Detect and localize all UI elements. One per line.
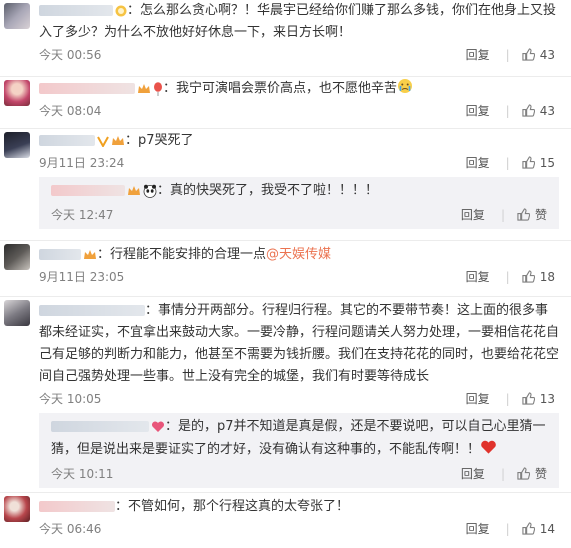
comment-time: 今天 10:05 xyxy=(39,392,102,406)
panda-icon xyxy=(143,184,157,198)
thumbs-up-icon[interactable] xyxy=(522,104,535,117)
avatar[interactable] xyxy=(4,300,30,326)
reply-time: 今天 10:11 xyxy=(51,467,114,481)
heart-icon xyxy=(151,420,165,432)
reply-button[interactable]: 回复 xyxy=(466,48,490,62)
crown-badge-icon xyxy=(138,83,150,93)
like-count: 13 xyxy=(539,392,555,406)
avatar[interactable] xyxy=(4,3,30,29)
comment-item: ：行程能不能安排的合理一点@天娱传媒 9月11日 23:05 回复 | 18 xyxy=(0,241,571,297)
comment-time: 今天 08:04 xyxy=(39,104,102,118)
username[interactable] xyxy=(39,83,135,94)
verified-v-icon xyxy=(97,136,109,147)
reply-button[interactable]: 回复 xyxy=(461,467,485,481)
reply-thread: ：真的快哭死了，我受不了啦！！！！ 今天 12:47 回复 | 赞 xyxy=(39,177,559,229)
crying-emoji-icon xyxy=(398,79,413,93)
like-count: 15 xyxy=(539,156,555,170)
username[interactable] xyxy=(51,185,125,196)
comment-time: 9月11日 23:05 xyxy=(39,270,125,284)
comment-item: ：我宁可演唱会票价高点，也不愿他辛苦 今天 08:04 回复 | 43 xyxy=(0,77,571,129)
reply-button[interactable]: 回复 xyxy=(466,392,490,406)
avatar[interactable] xyxy=(4,80,30,106)
username[interactable] xyxy=(39,249,81,260)
comment-text: ：行程能不能安排的合理一点 xyxy=(97,247,267,262)
heart-emoji-icon xyxy=(481,440,496,454)
comment-time: 今天 06:46 xyxy=(39,522,102,536)
username[interactable] xyxy=(39,501,115,512)
thumbs-up-icon[interactable] xyxy=(522,522,535,535)
reply-button[interactable]: 回复 xyxy=(466,104,490,118)
like-count: 14 xyxy=(539,522,555,536)
thumbs-up-icon[interactable] xyxy=(517,467,530,480)
comment-item: ：事情分开两部分。行程归行程。其它的不要带节奏！这上面的很多事都未经证实，不宜拿… xyxy=(0,297,571,493)
thumbs-up-icon[interactable] xyxy=(522,392,535,405)
reply-button[interactable]: 回复 xyxy=(461,208,485,222)
like-button-label[interactable]: 赞 xyxy=(535,208,547,222)
reply-time: 今天 12:47 xyxy=(51,208,114,222)
thumbs-up-icon[interactable] xyxy=(517,208,530,221)
comment-text: ：p7哭死了 xyxy=(125,133,194,148)
thumbs-up-icon[interactable] xyxy=(522,48,535,61)
comment-item: ：怎么那么贪心啊？！华晨宇已经给你们赚了那么多钱，你们在他身上又投入了多少？为什… xyxy=(0,0,571,77)
thumbs-up-icon[interactable] xyxy=(522,270,535,283)
avatar[interactable] xyxy=(4,132,30,158)
reply-text: ：真的快哭死了，我受不了啦！！！！ xyxy=(157,183,379,198)
comment-item: ：p7哭死了 9月11日 23:24 回复 | 15 ：真的快哭死了，我受不了啦！！… xyxy=(0,129,571,241)
comment-time: 9月11日 23:24 xyxy=(39,156,125,170)
avatar[interactable] xyxy=(4,496,30,522)
like-count: 18 xyxy=(539,270,555,284)
avatar[interactable] xyxy=(4,244,30,270)
comment-text: ：不管如何，那个行程这真的太夸张了！ xyxy=(115,499,350,514)
reply-thread: ：是的，p7并不知道是真是假，还是不要说吧，可以自己心里猜一猜，但是说出来是要证… xyxy=(39,413,559,488)
vip-badge-icon xyxy=(115,5,127,16)
crown-badge-icon xyxy=(112,135,124,145)
username[interactable] xyxy=(39,135,95,146)
username[interactable] xyxy=(51,421,149,432)
username[interactable] xyxy=(39,5,113,16)
comment-text: ：我宁可演唱会票价高点，也不愿他辛苦 xyxy=(163,81,398,96)
balloon-icon xyxy=(154,81,162,96)
like-button-label[interactable]: 赞 xyxy=(535,467,547,481)
username[interactable] xyxy=(39,305,145,316)
reply-button[interactable]: 回复 xyxy=(466,270,490,284)
like-count: 43 xyxy=(539,48,555,62)
crown-badge-icon xyxy=(84,249,96,259)
thumbs-up-icon[interactable] xyxy=(522,156,535,169)
crown-badge-icon xyxy=(128,185,140,195)
comment-item: ：不管如何，那个行程这真的太夸张了！ 今天 06:46 回复 | 14 xyxy=(0,493,571,548)
mention-link[interactable]: @天娱传媒 xyxy=(266,247,331,262)
reply-button[interactable]: 回复 xyxy=(466,156,490,170)
like-count: 43 xyxy=(539,104,555,118)
reply-button[interactable]: 回复 xyxy=(466,522,490,536)
comment-time: 今天 00:56 xyxy=(39,48,102,62)
